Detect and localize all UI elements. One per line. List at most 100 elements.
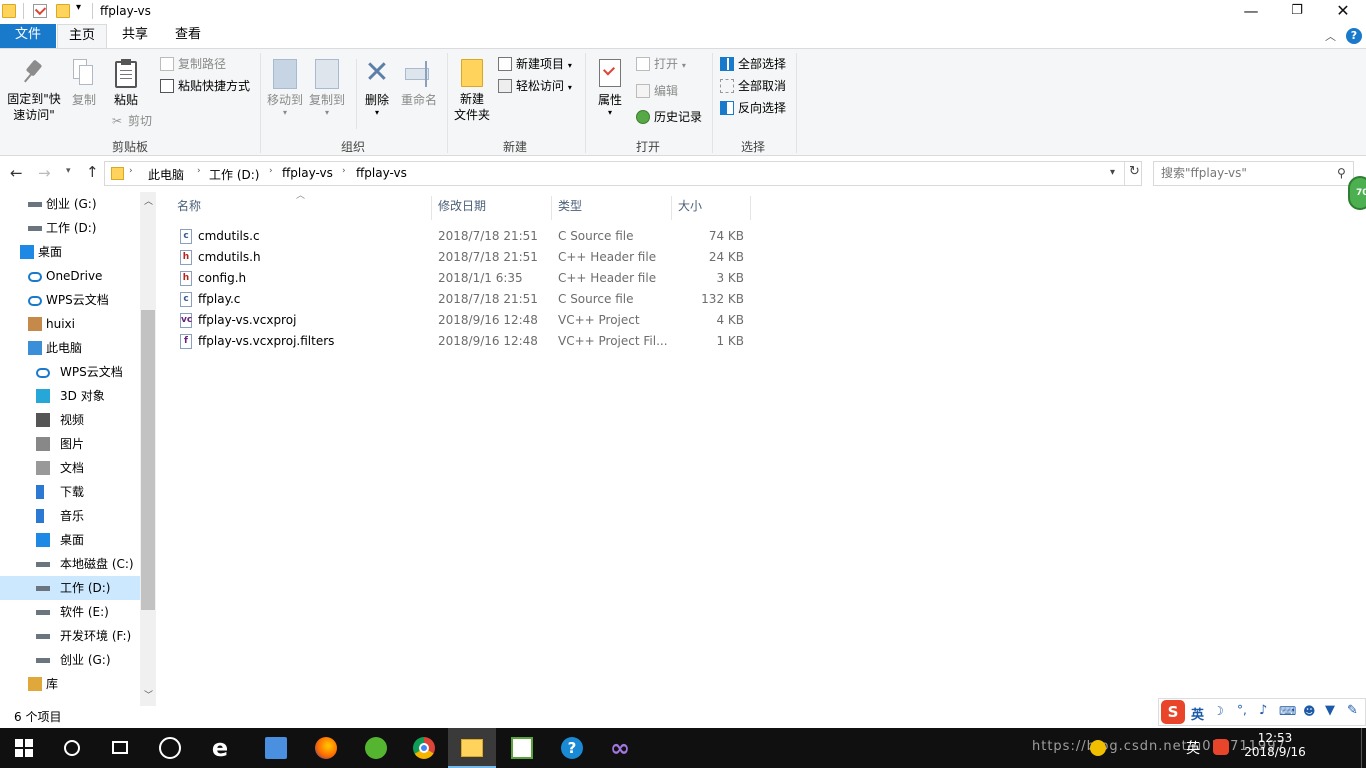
nav-item[interactable]: 工作 (D:) xyxy=(0,576,140,600)
file-row[interactable]: c ffplay.c 2018/7/18 21:51 C Source file 132… xyxy=(172,289,752,310)
start-button[interactable] xyxy=(0,728,48,768)
maximize-button[interactable]: ❐ xyxy=(1274,0,1320,24)
nav-item[interactable]: 图片 xyxy=(0,432,140,456)
file-row[interactable]: h cmdutils.h 2018/7/18 21:51 C++ Header fil… xyxy=(172,247,752,268)
cut-button[interactable]: ✂ 剪切 xyxy=(108,111,152,131)
taskbar-app-pinwheel[interactable] xyxy=(146,728,194,768)
select-none-button[interactable]: 全部取消 xyxy=(718,76,786,96)
copy-path-button[interactable]: 复制路径 xyxy=(158,54,226,74)
nav-item[interactable]: 3D 对象 xyxy=(0,384,140,408)
help-icon[interactable]: ? xyxy=(1346,28,1362,44)
show-desktop-button[interactable] xyxy=(1361,728,1366,768)
tray-clock[interactable]: 12:53 2018/9/16 xyxy=(1240,731,1310,759)
nav-scrollbar[interactable]: ︿ ﹀ xyxy=(140,192,156,706)
nav-item[interactable]: OneDrive xyxy=(0,264,140,288)
paste-shortcut-button[interactable]: 粘贴快捷方式 xyxy=(158,76,250,96)
taskbar-app-visual-studio[interactable]: ∞ xyxy=(596,728,644,768)
search-input[interactable]: 搜索"ffplay-vs" ⚲ xyxy=(1153,161,1354,186)
edit-button[interactable]: 编辑 xyxy=(634,81,678,101)
tab-home[interactable]: 主页 xyxy=(57,24,107,49)
breadcrumb-folder[interactable]: ffplay-vs xyxy=(282,166,333,180)
paste-button[interactable]: 粘贴 xyxy=(104,59,148,108)
forward-arrow-icon[interactable]: → xyxy=(38,164,51,182)
invert-selection-button[interactable]: 反向选择 xyxy=(718,98,786,118)
microphone-icon[interactable]: ♪ xyxy=(1259,703,1267,718)
column-header-name[interactable]: 名称 xyxy=(177,192,201,218)
file-row[interactable]: f ffplay-vs.vcxproj.filters 2018/9/16 12:4… xyxy=(172,331,752,352)
select-all-button[interactable]: 全部选择 xyxy=(718,54,786,74)
wrench-icon[interactable]: ✎ xyxy=(1347,703,1358,718)
properties-quick-icon[interactable] xyxy=(33,3,47,18)
new-item-button[interactable]: 新建项目 ▾ xyxy=(496,54,572,74)
file-row[interactable]: vc ffplay-vs.vcxproj 2018/9/16 12:48 VC++ P… xyxy=(172,310,752,331)
breadcrumb-this-pc[interactable]: 此电脑 xyxy=(148,166,184,183)
nav-item[interactable]: 桌面 xyxy=(0,240,140,264)
nav-item[interactable]: WPS云文档 xyxy=(0,360,140,384)
quick-access-dropdown-icon[interactable]: ▾ xyxy=(76,2,81,13)
copy-to-button[interactable]: 复制到 ▾ xyxy=(306,59,348,117)
search-taskbar-button[interactable] xyxy=(48,728,96,768)
history-button[interactable]: 历史记录 xyxy=(634,107,702,127)
move-to-button[interactable]: 移动到 ▾ xyxy=(265,59,305,117)
nav-item[interactable]: 创业 (G:) xyxy=(0,192,140,216)
easy-access-button[interactable]: 轻松访问 ▾ xyxy=(496,76,572,96)
nav-item[interactable]: 开发环境 (F:) xyxy=(0,624,140,648)
tray-plus-icon[interactable] xyxy=(1090,740,1106,756)
scroll-up-icon[interactable]: ︿ xyxy=(144,194,153,207)
new-folder-button[interactable]: 新建 文件夹 xyxy=(451,59,493,123)
minimize-button[interactable]: — xyxy=(1228,0,1274,24)
keyboard-icon[interactable]: ⌨ xyxy=(1279,704,1296,718)
task-view-button[interactable] xyxy=(96,728,144,768)
moon-icon[interactable]: ☽ xyxy=(1213,704,1224,718)
taskbar-app-notepad[interactable] xyxy=(498,728,546,768)
nav-item[interactable]: 视频 xyxy=(0,408,140,432)
nav-item[interactable]: 文档 xyxy=(0,456,140,480)
nav-item[interactable]: 下载 xyxy=(0,480,140,504)
scrollbar-thumb[interactable] xyxy=(141,310,155,610)
breadcrumb-current[interactable]: ffplay-vs xyxy=(356,166,407,180)
breadcrumb-drive[interactable]: 工作 (D:) xyxy=(209,166,259,183)
refresh-icon[interactable]: ↻ xyxy=(1129,164,1140,179)
copy-button[interactable]: 复制 xyxy=(66,59,102,108)
taskbar-app-chrome[interactable] xyxy=(400,728,448,768)
properties-button[interactable]: 属性 ▾ xyxy=(590,59,630,117)
taskbar-app-360[interactable] xyxy=(352,728,400,768)
search-icon[interactable]: ⚲ xyxy=(1337,162,1346,185)
nav-item[interactable]: 此电脑 xyxy=(0,336,140,360)
tray-sogou-icon[interactable] xyxy=(1213,739,1229,755)
scroll-down-icon[interactable]: ﹀ xyxy=(144,688,153,701)
delete-button[interactable]: ✕ 删除 ▾ xyxy=(360,58,394,118)
user-icon[interactable]: ☻ xyxy=(1303,704,1316,718)
nav-item[interactable]: huixi xyxy=(0,312,140,336)
taskbar-app-file-explorer[interactable] xyxy=(448,728,496,768)
column-header-type[interactable]: 类型 xyxy=(558,192,582,218)
recent-locations-chevron-icon[interactable]: ▾ xyxy=(66,166,71,176)
address-bar[interactable]: › 此电脑 › 工作 (D:) › ffplay-vs › ffplay-vs … xyxy=(104,161,1142,186)
taskbar-app-help[interactable]: ? xyxy=(548,728,596,768)
sogou-logo-icon[interactable]: S xyxy=(1161,700,1185,724)
taskbar-app-firefox[interactable] xyxy=(302,728,350,768)
punctuation-icon[interactable]: °, xyxy=(1237,703,1247,717)
file-row[interactable]: h config.h 2018/1/1 6:35 C++ Header file 3 K… xyxy=(172,268,752,289)
shirt-icon[interactable]: ▼ xyxy=(1325,703,1335,718)
file-row[interactable]: c cmdutils.c 2018/7/18 21:51 C Source file 7… xyxy=(172,226,752,247)
nav-item[interactable]: 桌面 xyxy=(0,528,140,552)
nav-item[interactable]: 音乐 xyxy=(0,504,140,528)
tray-language[interactable]: 英 xyxy=(1186,738,1200,758)
collapse-ribbon-icon[interactable]: ︿ xyxy=(1325,28,1336,44)
tab-view[interactable]: 查看 xyxy=(163,24,213,48)
nav-item[interactable]: 工作 (D:) xyxy=(0,216,140,240)
nav-item[interactable]: 创业 (G:) xyxy=(0,648,140,672)
open-button[interactable]: 打开 ▾ xyxy=(634,54,686,74)
column-header-date[interactable]: 修改日期 xyxy=(438,192,486,218)
floating-percent-badge[interactable]: 70 xyxy=(1348,176,1366,210)
back-arrow-icon[interactable]: ← xyxy=(10,164,23,182)
taskbar-app-ie[interactable]: e xyxy=(196,728,244,768)
column-header-size[interactable]: 大小 xyxy=(678,192,702,218)
taskbar-app-mail[interactable] xyxy=(252,728,300,768)
up-arrow-icon[interactable]: ↑ xyxy=(86,163,99,181)
nav-item[interactable]: WPS云文档 xyxy=(0,288,140,312)
close-button[interactable]: ✕ xyxy=(1320,0,1366,24)
pin-quick-access-button[interactable]: 固定到"快 速访问" xyxy=(4,59,64,123)
ime-language[interactable]: 英 xyxy=(1191,704,1204,723)
